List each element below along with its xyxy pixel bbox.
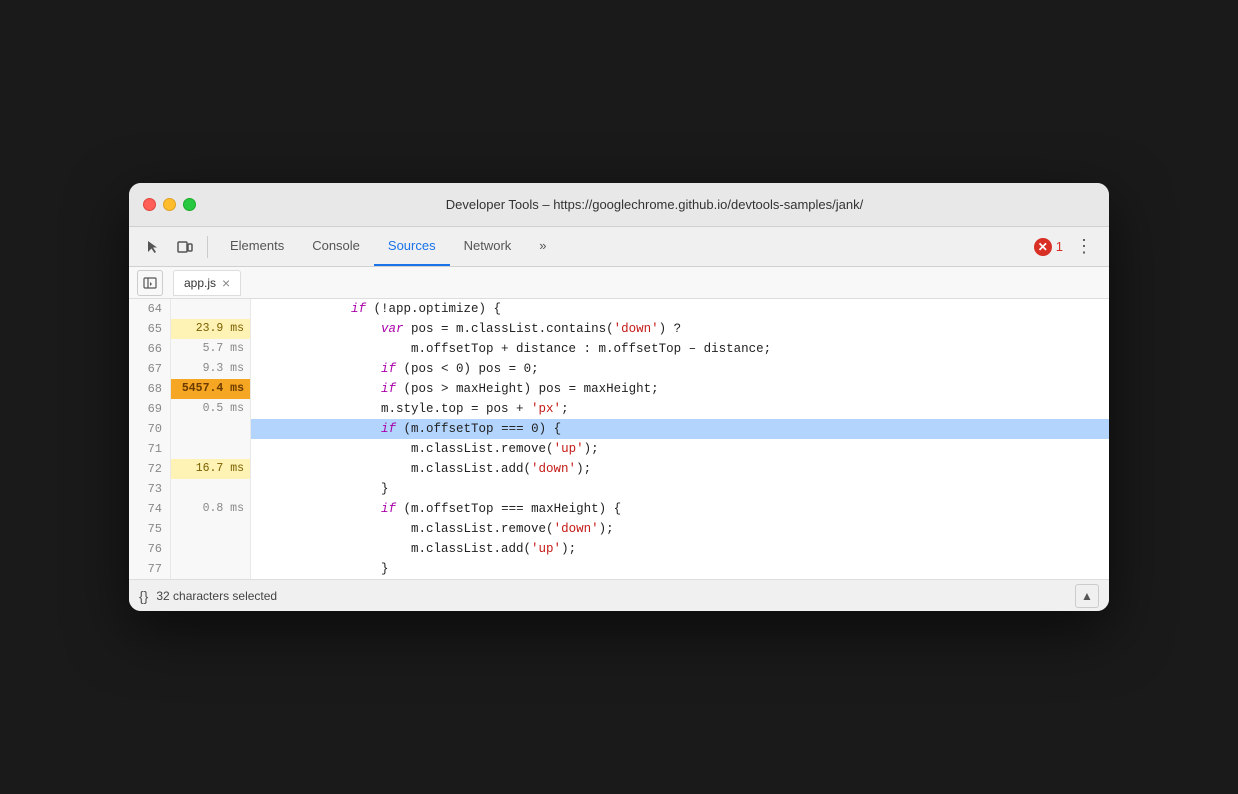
line-num-72: 72 [129,459,171,479]
tab-elements[interactable]: Elements [216,227,298,266]
line-num-68: 68 [129,379,171,399]
line-timing-68: 5457.4 ms [171,379,251,399]
line-timing-67: 9.3 ms [171,359,251,379]
line-timing-69: 0.5 ms [171,399,251,419]
line-num-71: 71 [129,439,171,459]
line-num-69: 69 [129,399,171,419]
line-num-66: 66 [129,339,171,359]
code-line-64: 64 if (!app.optimize) { [129,299,1109,319]
code-line-68: 68 5457.4 ms if (pos > maxHeight) pos = … [129,379,1109,399]
statusbar-text: 32 characters selected [156,589,277,603]
code-line-73: 73 } [129,479,1109,499]
line-num-77: 77 [129,559,171,579]
tab-console[interactable]: Console [298,227,374,266]
statusbar: {} 32 characters selected ▲ [129,579,1109,611]
line-code-67: if (pos < 0) pos = 0; [251,359,1109,379]
line-timing-74: 0.8 ms [171,499,251,519]
devtools-window: Developer Tools – https://googlechrome.g… [129,183,1109,611]
line-timing-75 [171,519,251,539]
line-timing-73 [171,479,251,499]
line-timing-66: 5.7 ms [171,339,251,359]
line-timing-71 [171,439,251,459]
line-num-75: 75 [129,519,171,539]
line-code-70: if (m.offsetTop === 0) { [251,419,1109,439]
line-code-66: m.offsetTop + distance : m.offsetTop – d… [251,339,1109,359]
line-code-75: m.classList.remove('down'); [251,519,1109,539]
maximize-button[interactable] [183,198,196,211]
sidebar-toggle-button[interactable] [137,270,163,296]
file-tab-close-icon[interactable]: × [222,276,230,290]
code-line-77: 77 } [129,559,1109,579]
code-lines-container: 64 if (!app.optimize) { 65 23.9 ms var p… [129,299,1109,579]
code-line-75: 75 m.classList.remove('down'); [129,519,1109,539]
line-num-76: 76 [129,539,171,559]
window-title: Developer Tools – https://googlechrome.g… [214,197,1095,212]
line-num-65: 65 [129,319,171,339]
main-toolbar: Elements Console Sources Network » ✕ 1 ⋮ [129,227,1109,267]
line-code-69: m.style.top = pos + 'px'; [251,399,1109,419]
code-line-74: 74 0.8 ms if (m.offsetTop === maxHeight)… [129,499,1109,519]
file-tab-appjs[interactable]: app.js × [173,270,241,296]
line-num-67: 67 [129,359,171,379]
line-code-74: if (m.offsetTop === maxHeight) { [251,499,1109,519]
toolbar-divider [207,236,208,258]
code-line-76: 76 m.classList.add('up'); [129,539,1109,559]
scroll-to-top-button[interactable]: ▲ [1075,584,1099,608]
tab-sources[interactable]: Sources [374,227,450,266]
line-code-65: var pos = m.classList.contains('down') ? [251,319,1109,339]
line-num-70: 70 [129,419,171,439]
line-num-73: 73 [129,479,171,499]
line-code-68: if (pos > maxHeight) pos = maxHeight; [251,379,1109,399]
code-line-65: 65 23.9 ms var pos = m.classList.contain… [129,319,1109,339]
line-code-72: m.classList.add('down'); [251,459,1109,479]
minimize-button[interactable] [163,198,176,211]
line-timing-72: 16.7 ms [171,459,251,479]
code-editor[interactable]: 64 if (!app.optimize) { 65 23.9 ms var p… [129,299,1109,579]
line-code-73: } [251,479,1109,499]
line-timing-76 [171,539,251,559]
cursor-icon[interactable] [139,233,167,261]
line-code-76: m.classList.add('up'); [251,539,1109,559]
line-code-77: } [251,559,1109,579]
error-icon: ✕ [1034,238,1052,256]
more-menu-button[interactable]: ⋮ [1069,236,1099,257]
close-button[interactable] [143,198,156,211]
error-badge[interactable]: ✕ 1 [1034,238,1063,256]
code-line-71: 71 m.classList.remove('up'); [129,439,1109,459]
line-timing-64 [171,299,251,319]
code-line-72: 72 16.7 ms m.classList.add('down'); [129,459,1109,479]
traffic-lights [143,198,196,211]
line-timing-77 [171,559,251,579]
line-code-64: if (!app.optimize) { [251,299,1109,319]
toolbar-right: ✕ 1 ⋮ [1034,236,1099,257]
file-tabbar: app.js × [129,267,1109,299]
tab-more[interactable]: » [525,227,560,266]
code-line-67: 67 9.3 ms if (pos < 0) pos = 0; [129,359,1109,379]
tab-bar: Elements Console Sources Network » [216,227,1030,266]
tab-network[interactable]: Network [450,227,526,266]
code-line-69: 69 0.5 ms m.style.top = pos + 'px'; [129,399,1109,419]
line-timing-65: 23.9 ms [171,319,251,339]
line-num-64: 64 [129,299,171,319]
titlebar: Developer Tools – https://googlechrome.g… [129,183,1109,227]
code-line-70: 70 if (m.offsetTop === 0) { [129,419,1109,439]
line-num-74: 74 [129,499,171,519]
line-code-71: m.classList.remove('up'); [251,439,1109,459]
device-icon[interactable] [171,233,199,261]
line-timing-70 [171,419,251,439]
format-icon: {} [139,588,148,604]
code-line-66: 66 5.7 ms m.offsetTop + distance : m.off… [129,339,1109,359]
